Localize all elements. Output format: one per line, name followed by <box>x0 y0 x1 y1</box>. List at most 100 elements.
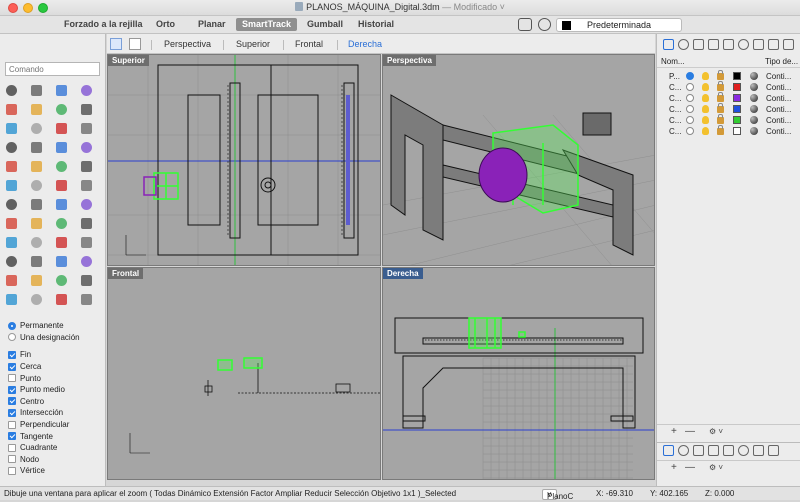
current-layer-radio[interactable] <box>686 83 694 91</box>
boolean-diff-icon[interactable] <box>28 177 45 194</box>
settings-icon[interactable] <box>78 272 95 289</box>
rotate-icon[interactable] <box>53 196 70 213</box>
delete-layer-button[interactable]: — <box>685 462 695 473</box>
material-sphere-icon[interactable] <box>750 94 758 102</box>
layer-row[interactable]: C... Conti... <box>657 92 800 104</box>
boolean-union-icon[interactable] <box>3 177 20 194</box>
viewport-front[interactable]: Frontal <box>107 267 381 480</box>
lightbulb-icon[interactable] <box>702 127 709 135</box>
layer-color-swatch[interactable] <box>733 72 741 80</box>
osnap-item[interactable]: Cerca <box>8 361 104 373</box>
osnap-item[interactable]: Intersección <box>8 407 104 419</box>
color-wheel-icon[interactable] <box>53 272 70 289</box>
lightbulb-icon[interactable] <box>702 94 709 102</box>
ortho-toggle[interactable]: Orto <box>156 19 175 29</box>
snap-icon[interactable] <box>28 291 45 308</box>
osnap-item[interactable]: Tangente <box>8 430 104 442</box>
column-linetype[interactable]: Tipo de... <box>765 57 798 66</box>
osnap-item[interactable]: Cuadrante <box>8 442 104 454</box>
modified-indicator[interactable]: — Modificado ˅ <box>442 2 505 12</box>
osnap-mode-permanent[interactable]: Permanente <box>8 320 104 332</box>
lightbulb-icon[interactable] <box>702 105 709 113</box>
viewport-perspective[interactable]: Perspectiva <box>382 54 655 266</box>
layer-row[interactable]: C... Conti... <box>657 125 800 137</box>
layer-row[interactable]: C... Conti... <box>657 114 800 126</box>
tab-right[interactable]: Derecha <box>348 39 382 49</box>
layer-name[interactable]: C... <box>669 105 681 114</box>
layer-linetype[interactable]: Conti... <box>766 83 791 92</box>
render-tab-icon[interactable] <box>738 39 749 50</box>
viewport-perspective-label[interactable]: Perspectiva <box>383 55 436 66</box>
camera-tab-icon[interactable] <box>723 39 734 50</box>
viewport-right-label[interactable]: Derecha <box>383 268 423 279</box>
display-tab-icon[interactable] <box>753 445 764 456</box>
single-view-icon[interactable] <box>129 38 141 50</box>
osnap-item[interactable]: Punto medio <box>8 384 104 396</box>
surface-icon[interactable] <box>3 139 20 156</box>
osnap-item[interactable]: Nodo <box>8 454 104 466</box>
block-icon[interactable] <box>78 234 95 251</box>
materials-tab-icon[interactable] <box>708 445 719 456</box>
layer-linetype[interactable]: Conti... <box>766 105 791 114</box>
layer-color-swatch[interactable] <box>733 127 741 135</box>
ellipse-icon[interactable] <box>53 101 70 118</box>
delete-layer-button[interactable]: — <box>685 426 695 437</box>
layer-row[interactable]: C... Conti... <box>657 81 800 93</box>
car-icon[interactable] <box>28 272 45 289</box>
viewport-front-label[interactable]: Frontal <box>108 268 144 279</box>
box-icon[interactable] <box>3 158 20 175</box>
curve-icon[interactable] <box>78 82 95 99</box>
cylinder-icon[interactable] <box>53 158 70 175</box>
viewport-top[interactable]: Superior <box>107 54 381 266</box>
lightbulb-icon[interactable] <box>702 83 709 91</box>
sphere-icon[interactable] <box>28 158 45 175</box>
current-layer-radio[interactable] <box>686 116 694 124</box>
layer-row[interactable]: P... Conti... <box>657 70 800 82</box>
osnap-item[interactable]: Perpendicular <box>8 419 104 431</box>
object-tab-icon[interactable] <box>693 39 704 50</box>
material-icon[interactable] <box>3 291 20 308</box>
layer-options-button[interactable]: ⚙ ˅ <box>709 463 723 472</box>
grid-layout-icon[interactable] <box>110 38 122 50</box>
layer-linetype[interactable]: Conti... <box>766 94 791 103</box>
circle-icon[interactable] <box>3 101 20 118</box>
fillet-icon[interactable] <box>78 120 95 137</box>
arc-icon[interactable] <box>28 101 45 118</box>
tab-perspective[interactable]: Perspectiva <box>164 39 211 49</box>
text-icon[interactable] <box>53 120 70 137</box>
smarttrack-toggle[interactable]: SmartTrack <box>236 18 298 31</box>
current-layer-radio[interactable] <box>686 94 694 102</box>
lock-icon[interactable] <box>717 125 724 135</box>
layer-color-swatch[interactable] <box>733 94 741 102</box>
add-layer-button[interactable]: + <box>671 426 677 437</box>
layer-name[interactable]: C... <box>669 116 681 125</box>
viewport-right[interactable]: Derecha <box>382 267 655 480</box>
layer-linetype[interactable]: Conti... <box>766 127 791 136</box>
loft-icon[interactable] <box>53 139 70 156</box>
layer-icon[interactable] <box>53 291 70 308</box>
tab-front[interactable]: Frontal <box>295 39 323 49</box>
lock-icon[interactable] <box>717 70 724 80</box>
lock-icon[interactable] <box>3 272 20 289</box>
lock-icon[interactable] <box>717 103 724 113</box>
lightbulb-icon[interactable] <box>702 72 709 80</box>
layer-linetype[interactable]: Conti... <box>766 72 791 81</box>
layer-options-button[interactable]: ⚙ ˅ <box>709 427 723 436</box>
filter-icon[interactable] <box>518 18 532 31</box>
array-icon[interactable] <box>28 215 45 232</box>
cone-icon[interactable] <box>78 158 95 175</box>
material-sphere-icon[interactable] <box>750 105 758 113</box>
material-sphere-icon[interactable] <box>750 83 758 91</box>
current-layer-radio[interactable] <box>686 72 694 80</box>
join-icon[interactable] <box>3 234 20 251</box>
sweep-icon[interactable] <box>78 139 95 156</box>
rectangle-icon[interactable] <box>78 101 95 118</box>
scale-icon[interactable] <box>78 196 95 213</box>
material-sphere-icon[interactable] <box>750 72 758 80</box>
named-views-tab-icon[interactable] <box>768 445 779 456</box>
light-icon[interactable] <box>53 253 70 270</box>
render-icon[interactable] <box>78 253 95 270</box>
current-layer-radio[interactable] <box>686 127 694 135</box>
freeform-icon[interactable] <box>28 120 45 137</box>
camera-tab-icon[interactable] <box>723 445 734 456</box>
